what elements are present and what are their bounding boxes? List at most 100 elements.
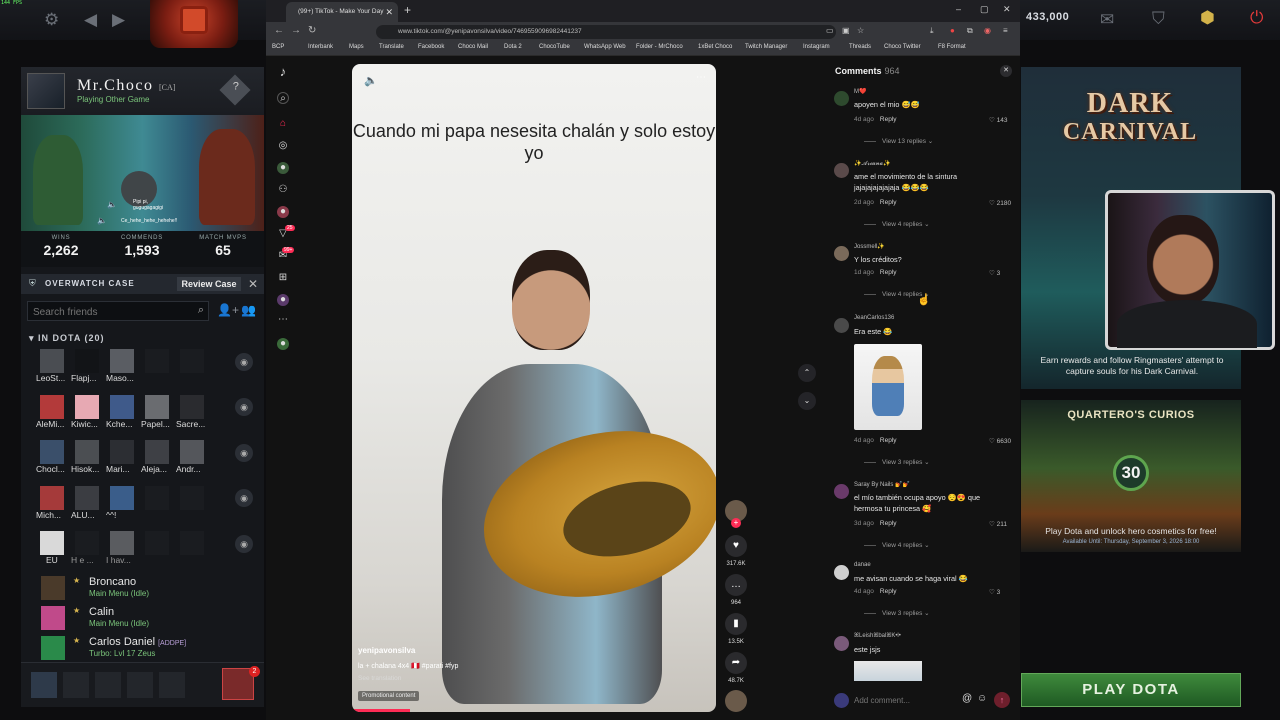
settings-gear-icon[interactable]: ⚙	[44, 10, 59, 30]
music-disc-button[interactable]	[723, 690, 749, 712]
maximize-icon[interactable]: ▢	[980, 4, 989, 15]
friend-tile[interactable]: Sacre...	[176, 394, 208, 429]
friend-tile[interactable]: AleMi...	[36, 394, 68, 429]
back-arrow-icon[interactable]: ◀	[84, 10, 97, 30]
rank-badge[interactable]: ?	[219, 74, 251, 106]
bookmark-item[interactable]: Instagram	[803, 44, 830, 50]
menu-icon[interactable]: ≡	[1003, 26, 1008, 35]
comment-like[interactable]: ♡ 6630	[989, 437, 1011, 445]
close-window-icon[interactable]: ✕	[1003, 4, 1011, 15]
eye-icon[interactable]: ◉	[235, 398, 253, 416]
close-tab-icon[interactable]: ✕	[385, 2, 393, 22]
profile-avatar-icon[interactable]: ●	[277, 294, 289, 306]
view-replies-button[interactable]: View 4 replies ⌄	[864, 541, 930, 549]
commenter-avatar[interactable]	[834, 484, 849, 499]
download-icon[interactable]: ⤓	[930, 26, 934, 36]
party-slot[interactable]	[159, 672, 185, 698]
mail-icon[interactable]: ✉	[1100, 10, 1114, 30]
reply-button[interactable]: Reply	[880, 269, 897, 276]
profile-icon[interactable]: ◉	[984, 26, 991, 35]
friend-tile[interactable]: Kche...	[106, 394, 138, 429]
friend-tile[interactable]: Andr...	[176, 440, 208, 474]
send-comment-icon[interactable]: ↑	[994, 692, 1010, 708]
friend-tile[interactable]	[141, 349, 173, 373]
save-button[interactable]: ▮ 13.5K	[723, 613, 749, 645]
reply-button[interactable]: Reply	[880, 116, 897, 123]
bookmark-item[interactable]: Twitch Manager	[745, 44, 787, 50]
url-field[interactable]: www.tiktok.com/@yenipavonsilva/video/746…	[376, 25, 836, 39]
commenter-name[interactable]: danae	[854, 562, 871, 568]
tab-tiktok[interactable]: (99+) TikTok - Make Your Day ✕	[286, 2, 398, 22]
friend-tile[interactable]	[176, 349, 208, 373]
friend-tile[interactable]: Mari...	[106, 440, 138, 474]
friend-tile[interactable]: Papel...	[141, 394, 173, 429]
bookmark-item[interactable]: Threads	[849, 44, 871, 50]
live-icon[interactable]: ●	[277, 206, 289, 218]
party-slot[interactable]	[95, 672, 121, 698]
commenter-avatar[interactable]	[834, 246, 849, 261]
bookmark-item[interactable]: WhatsApp Web	[584, 44, 626, 50]
bookmark-item[interactable]: Choco Twitter	[884, 44, 921, 50]
bookmark-item[interactable]: Interbank	[308, 44, 333, 50]
comment-like[interactable]: ♡ 211	[989, 520, 1007, 528]
commenter-name[interactable]: ✨𝓐𝓻𝓲𝓪𝓷𝓪✨	[854, 160, 891, 168]
bookmark-item[interactable]: Facebook	[418, 44, 444, 50]
profile-avatar[interactable]	[27, 73, 65, 109]
more-icon[interactable]: ⋯	[277, 314, 289, 326]
party-slot[interactable]	[63, 672, 89, 698]
bookmark-item[interactable]: Maps	[349, 44, 364, 50]
in-dota-header[interactable]: ▾ IN DOTA (20)	[29, 333, 105, 344]
friend-tile[interactable]: Aleja...	[141, 440, 173, 474]
following-icon[interactable]: ●	[277, 162, 289, 174]
view-replies-button[interactable]: View 4 replies ⌄	[864, 220, 930, 228]
explore-icon[interactable]: ◎	[277, 140, 289, 152]
forward-arrow-icon[interactable]: ▶	[112, 10, 125, 30]
more-options-icon[interactable]: ⋯	[696, 72, 706, 83]
bookmark-item[interactable]: Folder - MrChoco	[636, 44, 683, 50]
author-avatar-button[interactable]: +	[723, 500, 749, 528]
bookmark-item[interactable]: F8 Format	[938, 44, 966, 50]
comment-like[interactable]: ♡ 2180	[989, 199, 1011, 207]
add-comment-input[interactable]	[854, 692, 954, 708]
review-case-button[interactable]: Review Case	[177, 277, 241, 291]
cast-icon[interactable]: ▭	[826, 26, 834, 35]
reply-button[interactable]: Reply	[880, 437, 897, 444]
reply-button[interactable]: Reply	[880, 199, 897, 206]
home-icon[interactable]: ⌂	[277, 118, 289, 130]
comment-like[interactable]: ♡ 143	[989, 116, 1008, 124]
video-progress-bar[interactable]	[352, 709, 410, 712]
party-slot-self[interactable]	[31, 672, 57, 698]
extension-icon[interactable]: ●	[950, 26, 955, 35]
commenter-name[interactable]: JeanCarlos136	[854, 315, 894, 321]
view-replies-button[interactable]: View 13 replies ⌄	[864, 137, 933, 145]
back-icon[interactable]: ←	[274, 25, 284, 36]
friends-icon[interactable]: ⚇	[277, 184, 289, 196]
close-comments-icon[interactable]: ✕	[1000, 65, 1012, 77]
friend-tile[interactable]	[176, 531, 208, 555]
friend-tile[interactable]: Flapj...	[71, 349, 103, 383]
video-author[interactable]: yenipavonsilva	[358, 646, 415, 655]
see-translation-link[interactable]: See translation	[358, 675, 401, 682]
new-tab-icon[interactable]: +	[404, 3, 411, 17]
friend-tile[interactable]: H e ...	[71, 531, 103, 565]
eye-icon[interactable]: ◉	[235, 353, 253, 371]
friend-tile[interactable]: LeoSt...	[36, 349, 68, 383]
bookmark-item[interactable]: 1xBet Choco	[698, 44, 732, 50]
view-replies-button[interactable]: View 4 replies ⌄	[864, 290, 930, 298]
party-slot[interactable]	[127, 672, 153, 698]
bookmark-item[interactable]: Choco Mail	[458, 44, 488, 50]
commenter-avatar[interactable]	[834, 318, 849, 333]
commenter-avatar[interactable]	[834, 636, 849, 651]
commenter-name[interactable]: ꕤLeishꕤbalꕤK•l•	[854, 633, 901, 640]
commenter-avatar[interactable]	[834, 565, 849, 580]
bookmark-item[interactable]: Dota 2	[504, 44, 522, 50]
search-friends-input[interactable]	[28, 303, 178, 322]
search-icon[interactable]: ⌕	[198, 304, 204, 317]
mention-icon[interactable]: @	[962, 693, 972, 704]
reply-button[interactable]: Reply	[880, 520, 897, 527]
commenter-name[interactable]: M❤️	[854, 88, 866, 95]
forward-icon[interactable]: →	[291, 25, 301, 36]
search-friends-field[interactable]: ⌕	[27, 301, 209, 322]
friend-tile[interactable]: ^^!	[106, 485, 138, 520]
commenter-avatar[interactable]	[834, 91, 849, 106]
